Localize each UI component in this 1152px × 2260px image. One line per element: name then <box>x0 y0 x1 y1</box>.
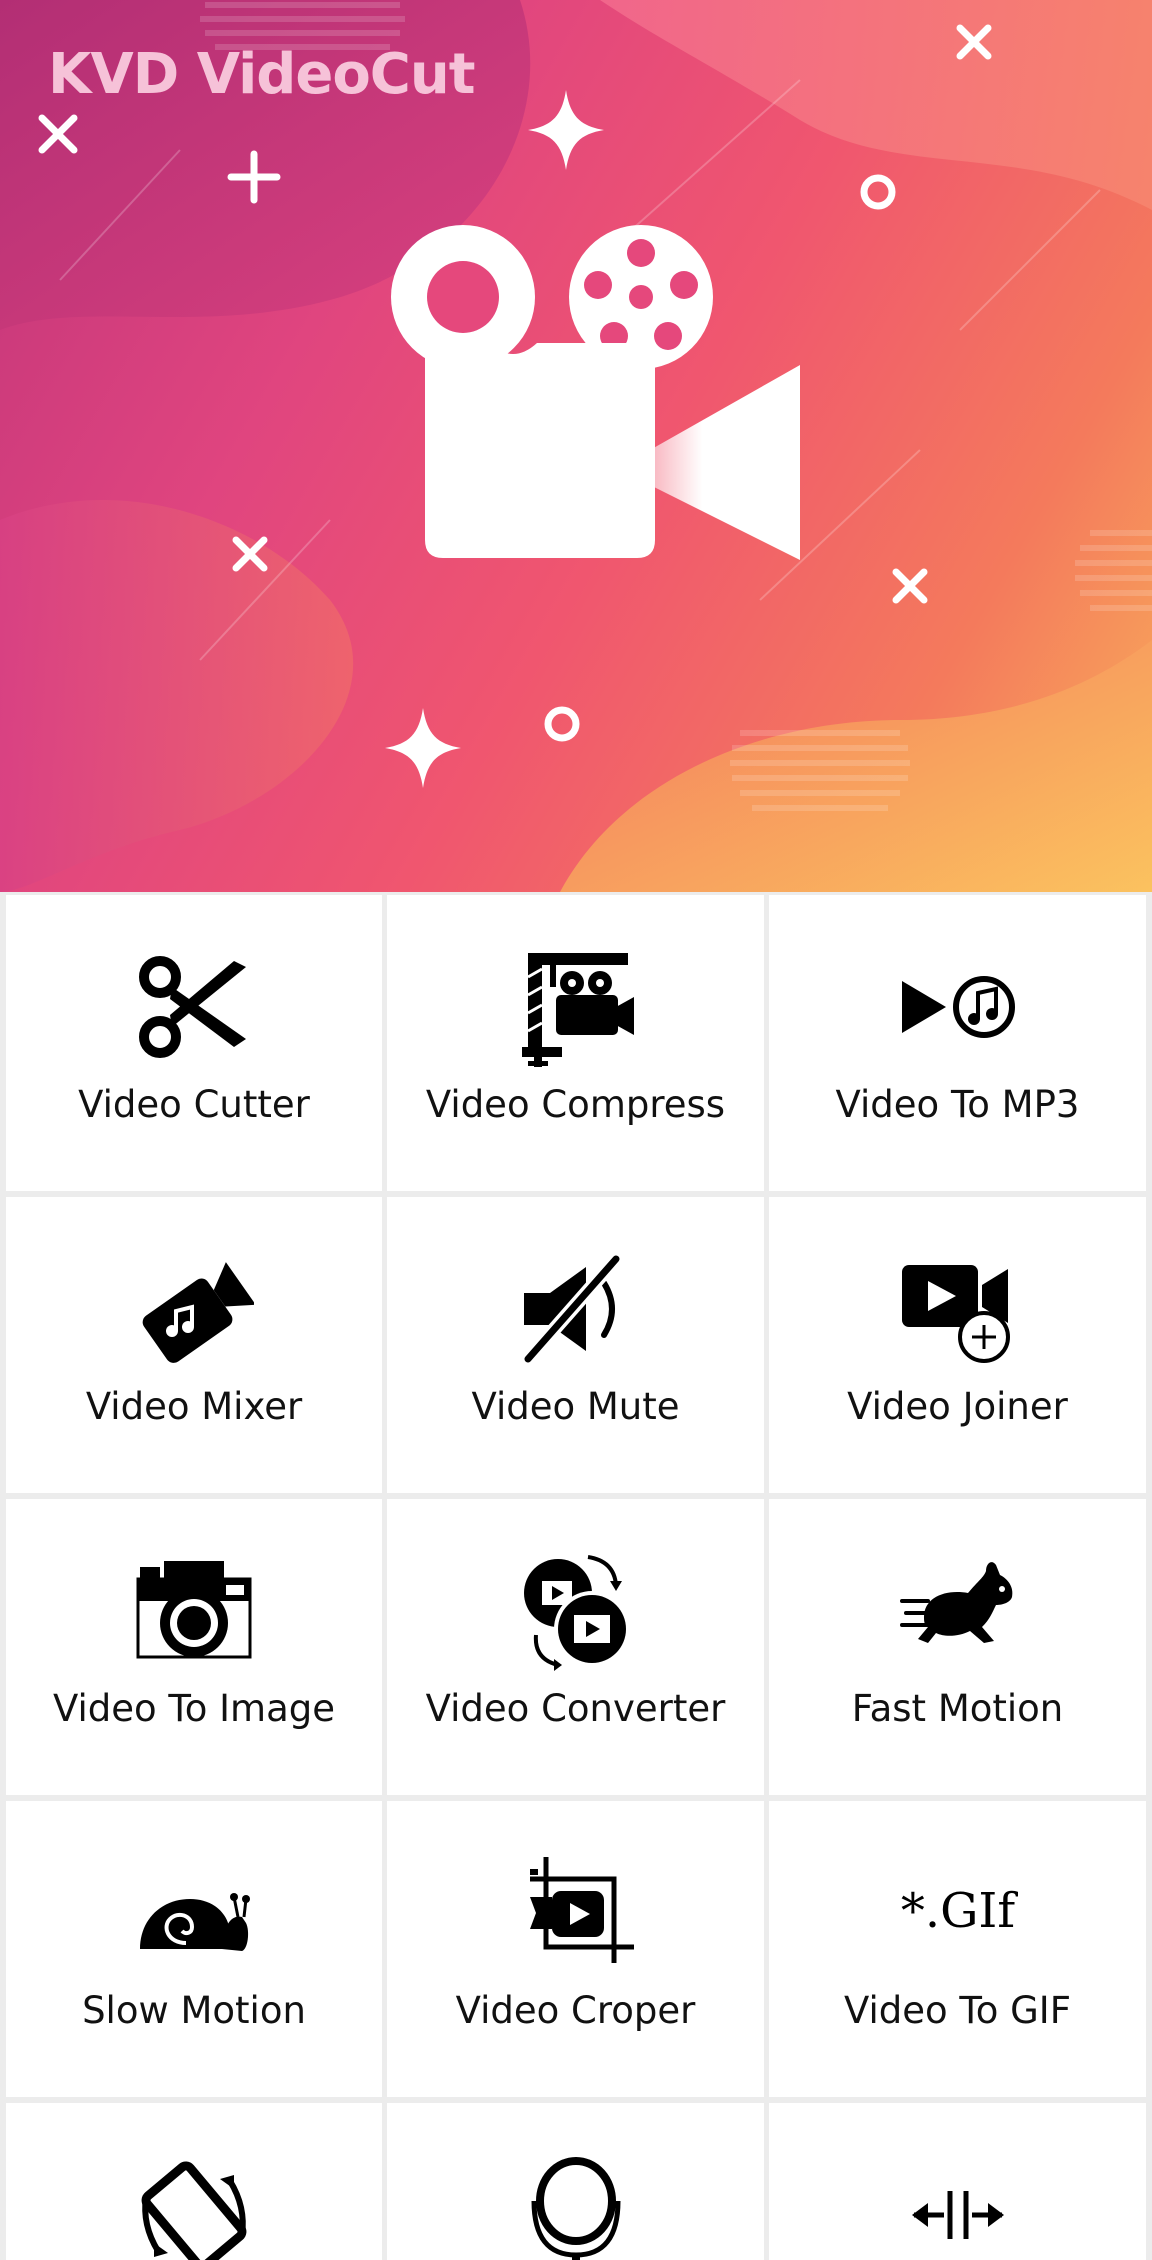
tool-flip[interactable] <box>769 2103 1146 2260</box>
video-camera-icon <box>391 225 800 560</box>
crop-video-icon <box>516 1853 636 1973</box>
music-camera-icon <box>134 1249 254 1369</box>
play-music-icon <box>898 947 1018 1067</box>
tool-label: Video To Image <box>52 1687 336 1730</box>
tool-video-croper[interactable]: Video Croper <box>387 1801 764 2097</box>
tool-rotate[interactable] <box>6 2103 382 2260</box>
tool-video-to-gif[interactable]: *.GIf Video To GIF <box>769 1801 1146 2097</box>
convert-reels-icon <box>516 1551 636 1671</box>
snail-icon <box>134 1853 254 1973</box>
mirror-icon <box>516 2155 636 2260</box>
tool-video-joiner[interactable]: Video Joiner <box>769 1197 1146 1493</box>
scissors-icon <box>134 947 254 1067</box>
tool-label: Video Compress <box>425 1083 726 1126</box>
rotate-phone-icon <box>134 2155 254 2260</box>
gif-icon-text: *.GIf <box>900 1883 1017 1939</box>
tools-grid: Video Cutter Video Compress Video To MP3… <box>0 892 1152 2260</box>
rabbit-icon <box>898 1551 1018 1671</box>
tool-fast-motion[interactable]: Fast Motion <box>769 1499 1146 1795</box>
tool-label: Video Converter <box>425 1687 726 1730</box>
hero-banner: KVD VideoCut <box>0 0 1152 892</box>
tool-label: Video To GIF <box>843 1989 1071 2032</box>
tool-video-cutter[interactable]: Video Cutter <box>6 895 382 1191</box>
tool-label: Video Cutter <box>78 1083 310 1126</box>
tool-label: Video Croper <box>455 1989 696 2032</box>
flip-horizontal-icon <box>898 2155 1018 2260</box>
tool-label: Video Mixer <box>85 1385 303 1428</box>
tool-video-mute[interactable]: Video Mute <box>387 1197 764 1493</box>
tool-label: Slow Motion <box>82 1989 306 2032</box>
tool-label: Video Joiner <box>847 1385 1068 1428</box>
tool-mirror[interactable] <box>387 2103 764 2260</box>
tool-video-converter[interactable]: Video Converter <box>387 1499 764 1795</box>
speaker-mute-icon <box>516 1249 636 1369</box>
tool-video-mixer[interactable]: Video Mixer <box>6 1197 382 1493</box>
tool-video-compress[interactable]: Video Compress <box>387 895 764 1191</box>
tool-video-to-image[interactable]: Video To Image <box>6 1499 382 1795</box>
gif-icon: *.GIf <box>898 1853 1017 1973</box>
camera-icon <box>134 1551 254 1671</box>
tool-label: Video Mute <box>471 1385 680 1428</box>
tool-slow-motion[interactable]: Slow Motion <box>6 1801 382 2097</box>
tool-video-to-mp3[interactable]: Video To MP3 <box>769 895 1146 1191</box>
video-add-icon <box>898 1249 1018 1369</box>
clamp-camera-icon <box>516 947 636 1067</box>
tool-label: Fast Motion <box>851 1687 1064 1730</box>
tool-label: Video To MP3 <box>835 1083 1080 1126</box>
app-title: KVD VideoCut <box>48 42 476 107</box>
